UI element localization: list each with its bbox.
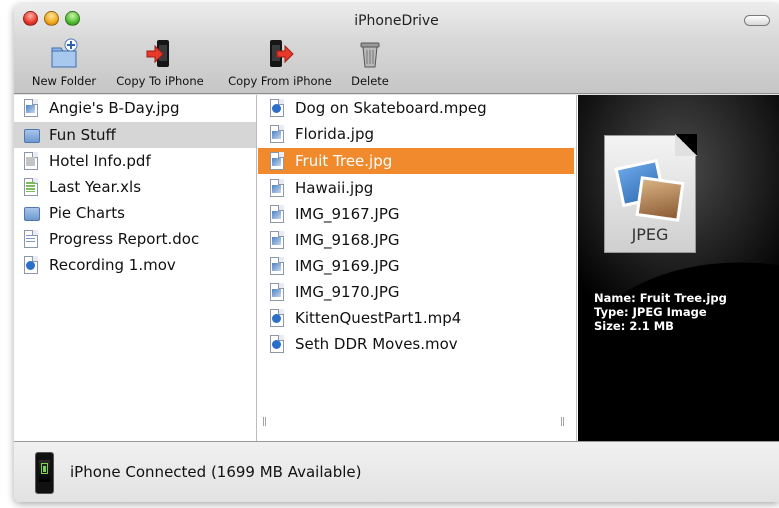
column-2[interactable]: Dog on Skateboard.mpeg Florida.jpg Fruit…	[258, 95, 577, 441]
image-file-icon	[270, 179, 286, 197]
list-item[interactable]: IMG_9169.JPG	[258, 253, 574, 279]
file-name: Dog on Skateboard.mpeg	[295, 99, 487, 117]
column-1[interactable]: Angie's B-Day.jpg Fun Stuff Hotel Info.p…	[14, 95, 257, 441]
folder-icon	[24, 204, 40, 222]
new-folder-label: New Folder	[31, 74, 97, 88]
copy-from-iphone-icon	[265, 38, 295, 70]
document-file-icon	[24, 230, 40, 248]
list-item[interactable]: KittenQuestPart1.mp4	[258, 305, 574, 331]
file-name: Fun Stuff	[49, 126, 116, 144]
jpeg-file-icon: JPEG	[604, 134, 697, 253]
copy-from-iphone-label: Copy From iPhone	[228, 74, 332, 88]
file-name: Recording 1.mov	[49, 256, 176, 274]
file-name: Progress Report.doc	[49, 230, 200, 248]
image-file-icon	[24, 99, 40, 117]
copy-from-iphone-button[interactable]: Copy From iPhone	[220, 38, 340, 90]
file-size-line: Size: 2.1 MB	[594, 319, 674, 333]
delete-label: Delete	[351, 74, 389, 88]
folder-icon	[24, 126, 40, 144]
trash-icon	[355, 38, 385, 70]
image-file-icon	[270, 152, 286, 170]
delete-button[interactable]: Delete	[344, 38, 396, 90]
iphone-icon	[35, 452, 54, 494]
connection-status: iPhone Connected (1699 MB Available)	[70, 463, 362, 481]
copy-to-iphone-button[interactable]: Copy To iPhone	[110, 38, 210, 90]
browser-panes: Angie's B-Day.jpg Fun Stuff Hotel Info.p…	[14, 95, 779, 441]
list-item[interactable]: Hawaii.jpg	[258, 175, 574, 201]
list-item-selected[interactable]: Fun Stuff	[14, 122, 256, 148]
image-file-icon	[270, 205, 286, 223]
preview-pane: JPEG Name: Fruit Tree.jpg Type: JPEG Ima…	[578, 95, 779, 441]
file-name: IMG_9169.JPG	[295, 257, 400, 275]
file-info: Name: Fruit Tree.jpg Type: JPEG Image Si…	[594, 291, 727, 333]
window-title: iPhoneDrive	[354, 13, 439, 29]
file-type-line: Type: JPEG Image	[594, 305, 707, 319]
file-name: Angie's B-Day.jpg	[49, 99, 180, 117]
file-name: Hotel Info.pdf	[49, 152, 151, 170]
file-name: Fruit Tree.jpg	[295, 152, 393, 170]
copy-to-iphone-icon	[145, 38, 175, 70]
file-name: IMG_9167.JPG	[295, 205, 400, 223]
list-item[interactable]: Seth DDR Moves.mov	[258, 331, 574, 357]
list-item[interactable]: Hotel Info.pdf	[14, 148, 256, 174]
list-item[interactable]: Progress Report.doc	[14, 226, 256, 252]
list-item[interactable]: IMG_9170.JPG	[258, 279, 574, 305]
spreadsheet-file-icon	[24, 178, 40, 196]
file-name: IMG_9168.JPG	[295, 231, 400, 249]
column-resize-handle[interactable]: ||	[262, 417, 267, 427]
list-item[interactable]: Pie Charts	[14, 200, 256, 226]
file-name: Hawaii.jpg	[295, 179, 374, 197]
status-bar: iPhone Connected (1699 MB Available)	[14, 441, 779, 502]
copy-to-iphone-label: Copy To iPhone	[116, 74, 204, 88]
movie-file-icon	[24, 256, 40, 274]
title-toolbar-area: iPhoneDrive New Folder Copy To iPhone Co…	[14, 4, 779, 94]
list-item[interactable]: Florida.jpg	[258, 121, 574, 147]
movie-file-icon	[270, 309, 286, 327]
file-name: Last Year.xls	[49, 178, 142, 196]
file-name-line: Name: Fruit Tree.jpg	[594, 291, 727, 305]
list-item[interactable]: IMG_9168.JPG	[258, 227, 574, 253]
file-name: KittenQuestPart1.mp4	[295, 309, 462, 327]
image-file-icon	[270, 283, 286, 301]
iphonedrive-window: iPhoneDrive New Folder Copy To iPhone Co…	[14, 4, 779, 502]
list-item[interactable]: Dog on Skateboard.mpeg	[258, 95, 574, 121]
image-file-icon	[270, 231, 286, 249]
list-item[interactable]: Angie's B-Day.jpg	[14, 95, 256, 121]
list-item[interactable]: Recording 1.mov	[14, 252, 256, 278]
list-item[interactable]: IMG_9167.JPG	[258, 201, 574, 227]
movie-file-icon	[270, 335, 286, 353]
file-type-label: JPEG	[631, 225, 669, 244]
file-name: Pie Charts	[49, 204, 125, 222]
file-name: Florida.jpg	[295, 125, 374, 143]
list-item[interactable]: Last Year.xls	[14, 174, 256, 200]
pdf-file-icon	[24, 152, 40, 170]
file-name: Seth DDR Moves.mov	[295, 335, 458, 353]
image-file-icon	[270, 125, 286, 143]
new-folder-button[interactable]: New Folder	[26, 38, 102, 90]
list-item-selected[interactable]: Fruit Tree.jpg	[258, 148, 574, 174]
new-folder-icon	[49, 38, 79, 70]
image-file-icon	[270, 257, 286, 275]
toolbar-toggle-button[interactable]	[744, 15, 770, 26]
column-resize-handle[interactable]: ||	[560, 417, 565, 427]
file-name: IMG_9170.JPG	[295, 283, 400, 301]
movie-file-icon	[270, 99, 286, 117]
